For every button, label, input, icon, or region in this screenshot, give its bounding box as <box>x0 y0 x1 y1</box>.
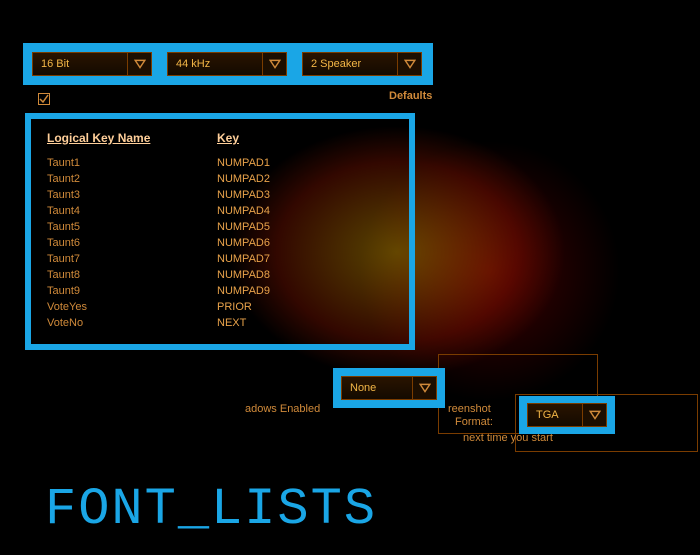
keybinding-key: NUMPAD3 <box>217 189 270 201</box>
keybinding-name: Taunt3 <box>47 189 217 201</box>
keybinding-name: Taunt7 <box>47 253 217 265</box>
speakers-dropdown[interactable]: 2 Speaker <box>302 52 422 76</box>
chevron-down-icon <box>127 53 151 75</box>
keybinding-name: Taunt1 <box>47 157 217 169</box>
table-row[interactable]: Taunt5NUMPAD5 <box>47 219 393 235</box>
column-header-logical: Logical Key Name <box>47 131 217 145</box>
keybinding-key: NUMPAD7 <box>217 253 270 265</box>
keybinding-name: Taunt5 <box>47 221 217 233</box>
none-dropdown[interactable]: None <box>341 376 437 400</box>
keybinding-name: VoteNo <box>47 317 217 329</box>
column-header-key: Key <box>217 131 239 145</box>
table-row[interactable]: Taunt9NUMPAD9 <box>47 283 393 299</box>
table-row[interactable]: Taunt7NUMPAD7 <box>47 251 393 267</box>
speakers-value: 2 Speaker <box>303 58 397 70</box>
table-row[interactable]: VoteYesPRIOR <box>47 299 393 315</box>
table-row[interactable]: VoteNoNEXT <box>47 315 393 331</box>
screenshot-format-value: TGA <box>528 409 582 421</box>
screenshot-format-dropdown[interactable]: TGA <box>527 403 607 427</box>
format-label: Format: <box>455 416 493 428</box>
none-dropdown-value: None <box>342 382 412 394</box>
keybindings-table: Logical Key Name Key Taunt1NUMPAD1Taunt2… <box>31 119 409 344</box>
stereo-checkbox[interactable] <box>38 93 50 105</box>
chevron-down-icon <box>412 377 436 399</box>
table-row[interactable]: Taunt1NUMPAD1 <box>47 155 393 171</box>
highlight-keybindings: Logical Key Name Key Taunt1NUMPAD1Taunt2… <box>25 113 415 350</box>
page-title: FONT_LISTS <box>45 480 377 539</box>
chevron-down-icon <box>582 404 606 426</box>
keybinding-name: Taunt8 <box>47 269 217 281</box>
keybinding-name: Taunt6 <box>47 237 217 249</box>
keybinding-key: NUMPAD4 <box>217 205 270 217</box>
defaults-button[interactable]: Defaults <box>389 90 432 102</box>
keybinding-key: NUMPAD9 <box>217 285 270 297</box>
keybinding-key: NUMPAD6 <box>217 237 270 249</box>
keybinding-key: NUMPAD1 <box>217 157 270 169</box>
keybinding-key: PRIOR <box>217 301 252 313</box>
sample-rate-value: 44 kHz <box>168 58 262 70</box>
table-row[interactable]: Taunt3NUMPAD3 <box>47 187 393 203</box>
keybinding-key: NEXT <box>217 317 246 329</box>
keybinding-name: Taunt2 <box>47 173 217 185</box>
table-row[interactable]: Taunt8NUMPAD8 <box>47 267 393 283</box>
table-row[interactable]: Taunt2NUMPAD2 <box>47 171 393 187</box>
bit-depth-value: 16 Bit <box>33 58 127 70</box>
keybinding-key: NUMPAD8 <box>217 269 270 281</box>
keybinding-name: Taunt9 <box>47 285 217 297</box>
sample-rate-dropdown[interactable]: 44 kHz <box>167 52 287 76</box>
chevron-down-icon <box>262 53 286 75</box>
bit-depth-dropdown[interactable]: 16 Bit <box>32 52 152 76</box>
table-row[interactable]: Taunt4NUMPAD4 <box>47 203 393 219</box>
keybinding-name: VoteYes <box>47 301 217 313</box>
keybinding-key: NUMPAD5 <box>217 221 270 233</box>
screenshot-label: reenshot <box>448 403 491 415</box>
chevron-down-icon <box>397 53 421 75</box>
shadows-enabled-label: adows Enabled <box>245 403 320 415</box>
keybinding-name: Taunt4 <box>47 205 217 217</box>
keybinding-key: NUMPAD2 <box>217 173 270 185</box>
table-row[interactable]: Taunt6NUMPAD6 <box>47 235 393 251</box>
